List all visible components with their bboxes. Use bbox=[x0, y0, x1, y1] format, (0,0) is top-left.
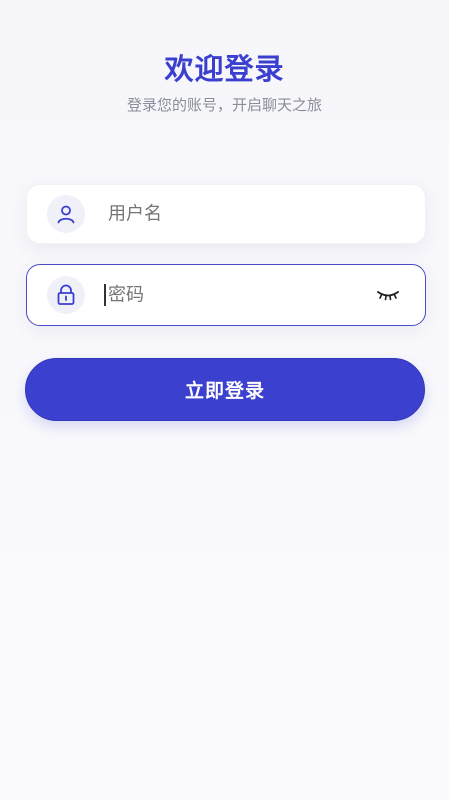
password-field[interactable] bbox=[26, 264, 426, 326]
page-title: 欢迎登录 bbox=[164, 52, 285, 86]
lock-icon bbox=[47, 276, 85, 314]
page-subtitle: 登录您的账号，开启聊天之旅 bbox=[126, 96, 322, 114]
login-button[interactable]: 立即登录 bbox=[25, 358, 425, 421]
password-input[interactable] bbox=[106, 283, 370, 307]
eye-closed-icon[interactable] bbox=[375, 287, 401, 303]
user-icon bbox=[47, 195, 85, 233]
username-field[interactable] bbox=[26, 184, 426, 244]
username-input[interactable] bbox=[106, 202, 370, 226]
